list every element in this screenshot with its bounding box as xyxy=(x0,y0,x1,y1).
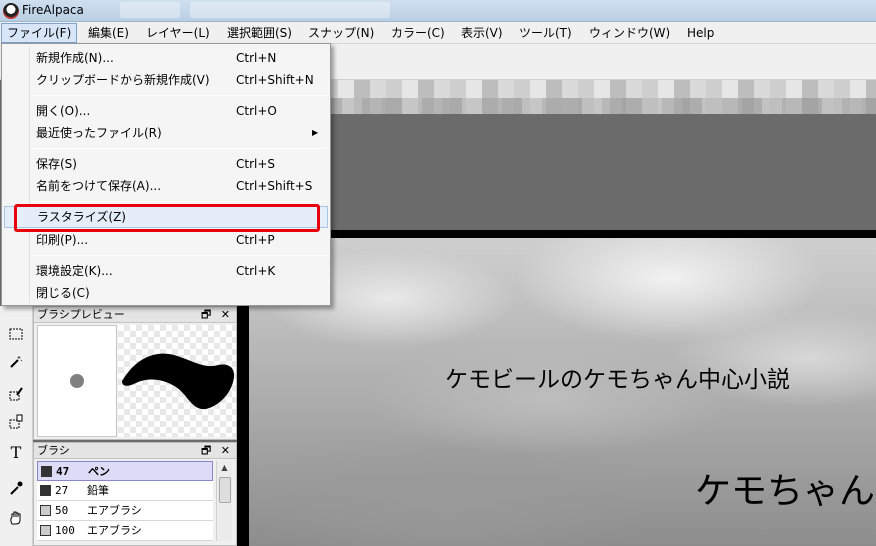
brush-stroke-svg xyxy=(122,353,234,410)
text-tool-icon[interactable]: T xyxy=(6,442,26,462)
menu-item-shortcut: Ctrl+Shift+N xyxy=(236,73,314,87)
menu-item-label: 新規作成(N)... xyxy=(36,51,114,65)
menu-item-label: 最近使ったファイル(R) xyxy=(36,126,162,140)
brush-panel: ブラシ 🗗 ✕ 47 ペン 27 鉛筆 50 エアブラシ 100 エアブラシ ▲ xyxy=(33,442,237,546)
brush-name: エアブラシ xyxy=(87,524,142,537)
menu-item-save-as[interactable]: 名前をつけて保存(A)... Ctrl+Shift+S xyxy=(4,175,328,197)
canvas-document[interactable]: ケモビールのケモちゃん中心小説 ケモちゃん大 xyxy=(249,238,876,546)
menu-item-preferences[interactable]: 環境設定(K)... Ctrl+K xyxy=(4,260,328,282)
menu-item-shortcut: Ctrl+Shift+S xyxy=(236,179,313,193)
menu-color[interactable]: カラー(C) xyxy=(386,23,450,43)
magic-wand-icon[interactable] xyxy=(6,352,26,372)
canvas-text-title: ケモちゃん大 xyxy=(695,471,876,512)
tool-column: T xyxy=(0,306,33,546)
blurred-title-region xyxy=(120,2,180,18)
brush-name: エアブラシ xyxy=(87,504,142,517)
brush-size-preview xyxy=(37,325,117,437)
brush-preview-panel: ブラシプレビュー 🗗 ✕ xyxy=(33,306,237,440)
menu-separator xyxy=(32,255,326,256)
menu-item-label: 保存(S) xyxy=(36,157,77,171)
lasso-brush-icon[interactable] xyxy=(6,384,26,404)
select-pen-icon[interactable] xyxy=(6,412,26,432)
menu-selection[interactable]: 選択範囲(S) xyxy=(222,23,297,43)
brush-size: 100 xyxy=(55,524,75,537)
brush-size: 50 xyxy=(55,504,69,517)
menu-item-shortcut: Ctrl+P xyxy=(236,233,275,247)
menu-file[interactable]: ファイル(F) xyxy=(1,23,78,43)
firealpaca-app-icon xyxy=(3,3,19,19)
pixelated-ruler-strip-lower xyxy=(322,98,876,114)
menu-separator xyxy=(32,148,326,149)
brush-name: 鉛筆 xyxy=(87,484,109,497)
menu-item-close[interactable]: 閉じる(C) xyxy=(4,282,328,304)
menu-item-shortcut: Ctrl+N xyxy=(236,51,277,65)
brush-stroke-preview xyxy=(118,325,236,437)
submenu-arrow-icon: ▶ xyxy=(312,128,319,137)
blurred-title-region xyxy=(190,2,390,18)
brush-size: 47 xyxy=(56,465,70,478)
eyedropper-icon[interactable] xyxy=(6,478,26,498)
menu-item-new[interactable]: 新規作成(N)... Ctrl+N xyxy=(4,47,328,69)
brush-size: 27 xyxy=(55,484,69,497)
window-title: FireAlpaca xyxy=(22,3,84,17)
menu-snap[interactable]: スナップ(N) xyxy=(303,23,379,43)
brush-dot xyxy=(70,374,84,388)
menu-item-shortcut: Ctrl+S xyxy=(236,157,276,171)
menu-view[interactable]: 表示(V) xyxy=(456,23,508,43)
menu-item-label: 環境設定(K)... xyxy=(36,264,113,278)
menu-item-label: 名前をつけて保存(A)... xyxy=(36,179,162,193)
menu-item-recent-files[interactable]: 最近使ったファイル(R) ▶ xyxy=(4,122,328,144)
menu-tool[interactable]: ツール(T) xyxy=(514,23,577,43)
menu-bar: ファイル(F) 編集(E) レイヤー(L) 選択範囲(S) スナップ(N) カラ… xyxy=(0,22,876,44)
hand-tool-icon[interactable] xyxy=(6,508,26,528)
panel-float-close-icons[interactable]: 🗗 ✕ xyxy=(201,307,233,322)
menu-help[interactable]: Help xyxy=(682,23,719,43)
brush-preview-title: ブラシプレビュー xyxy=(37,308,125,321)
menu-separator xyxy=(32,201,326,202)
menu-item-shortcut: Ctrl+K xyxy=(236,264,276,278)
brush-row-airbrush-50[interactable]: 50 エアブラシ xyxy=(37,501,213,521)
canvas-text-subtitle: ケモビールのケモちゃん中心小説 xyxy=(445,367,790,393)
panel-float-close-icons[interactable]: 🗗 ✕ xyxy=(201,443,233,458)
brush-row-pencil[interactable]: 27 鉛筆 xyxy=(37,481,213,501)
brush-row-pen[interactable]: 47 ペン xyxy=(37,461,213,481)
brush-swatch xyxy=(40,485,51,496)
brush-swatch xyxy=(41,466,52,477)
brush-panel-header: ブラシ 🗗 ✕ xyxy=(34,443,236,459)
brush-swatch xyxy=(40,525,51,536)
brush-panel-title: ブラシ xyxy=(37,444,70,457)
rasterize-highlight-box xyxy=(14,204,320,232)
menu-window[interactable]: ウィンドウ(W) xyxy=(584,23,675,43)
menu-separator xyxy=(32,95,326,96)
rect-select-icon[interactable] xyxy=(6,324,26,344)
menu-item-label: 印刷(P)... xyxy=(36,233,89,247)
menu-edit[interactable]: 編集(E) xyxy=(83,23,134,43)
title-bar: FireAlpaca xyxy=(0,0,876,22)
scroll-up-icon[interactable]: ▲ xyxy=(217,461,232,475)
brush-preview-header: ブラシプレビュー 🗗 ✕ xyxy=(34,307,236,323)
menu-item-label: 開く(O)... xyxy=(36,104,91,118)
menu-item-save[interactable]: 保存(S) Ctrl+S xyxy=(4,153,328,175)
brush-swatch xyxy=(40,505,51,516)
menu-item-label: クリップボードから新規作成(V) xyxy=(36,73,210,87)
menu-item-open[interactable]: 開く(O)... Ctrl+O xyxy=(4,100,328,122)
scroll-thumb[interactable] xyxy=(219,477,231,503)
menu-item-shortcut: Ctrl+O xyxy=(236,104,277,118)
brush-list-scrollbar[interactable]: ▲ xyxy=(216,461,232,541)
brush-name: ペン xyxy=(88,465,110,478)
menu-layer[interactable]: レイヤー(L) xyxy=(141,23,215,43)
file-menu-dropdown: 新規作成(N)... Ctrl+N クリップボードから新規作成(V) Ctrl+… xyxy=(1,43,331,306)
brush-row-airbrush-100[interactable]: 100 エアブラシ xyxy=(37,521,213,541)
brush-list: 47 ペン 27 鉛筆 50 エアブラシ 100 エアブラシ xyxy=(37,461,213,541)
menu-item-label: 閉じる(C) xyxy=(36,286,90,300)
menu-item-print[interactable]: 印刷(P)... Ctrl+P xyxy=(4,229,328,251)
menu-item-new-from-clipboard[interactable]: クリップボードから新規作成(V) Ctrl+Shift+N xyxy=(4,69,328,91)
